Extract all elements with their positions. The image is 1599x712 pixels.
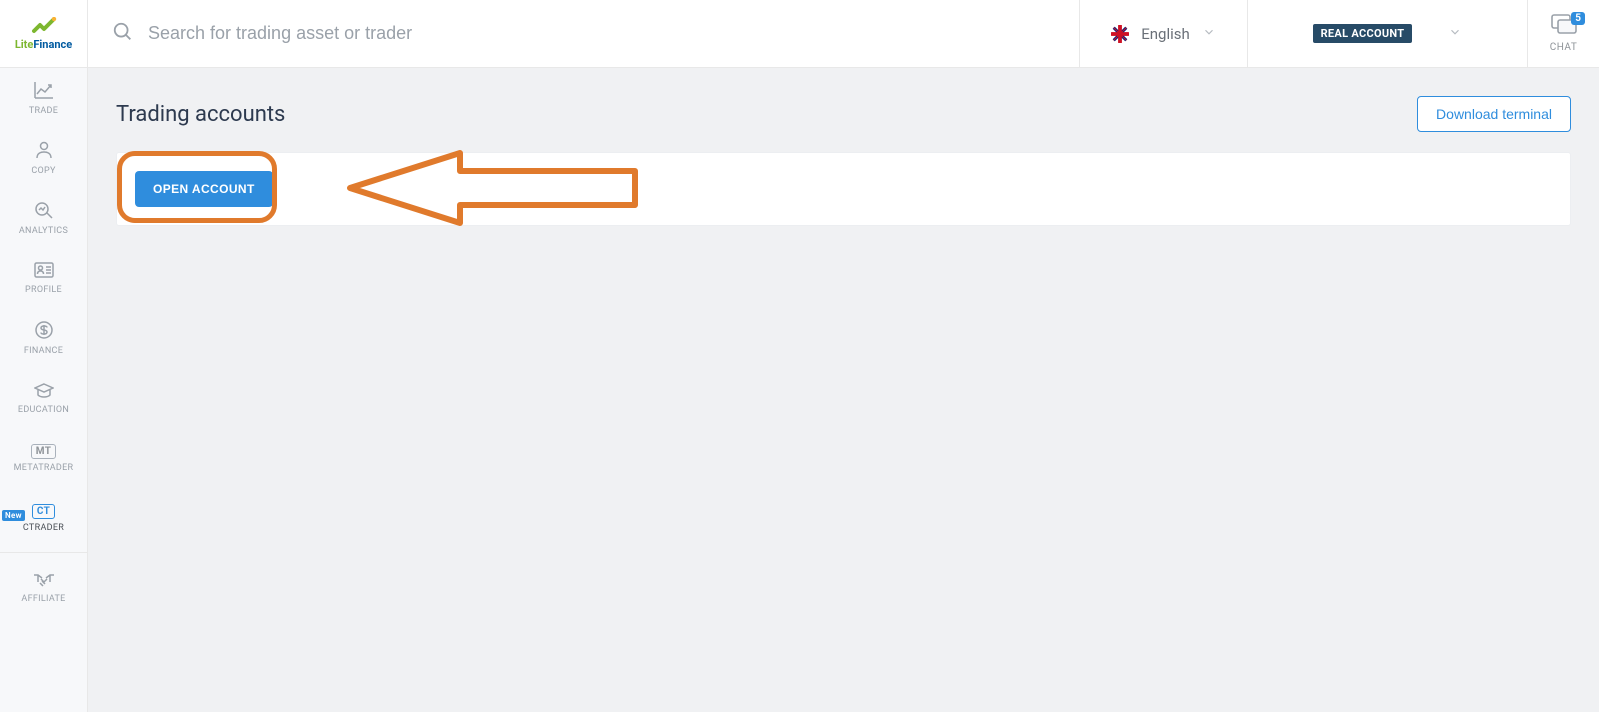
sidebar-item-label: METATRADER — [14, 463, 74, 473]
open-account-button[interactable]: OPEN ACCOUNT — [135, 171, 273, 207]
accounts-panel: OPEN ACCOUNT — [116, 152, 1571, 226]
sidebar-item-label: ANALYTICS — [19, 226, 68, 236]
search-input[interactable] — [148, 23, 1055, 44]
search-icon — [112, 21, 134, 47]
chat-button[interactable]: 5 CHAT — [1527, 0, 1599, 67]
sidebar-item-label: CTRADER — [23, 523, 64, 533]
chart-icon — [34, 81, 54, 102]
logo-text: LiteFinance — [15, 38, 72, 51]
sidebar-item-label: FINANCE — [24, 346, 63, 356]
flag-icon — [1111, 25, 1129, 43]
sidebar-item-analytics[interactable]: ANALYTICS — [0, 188, 87, 248]
annotation-arrow — [345, 143, 645, 237]
sidebar-item-trade[interactable]: TRADE — [0, 68, 87, 128]
language-selector[interactable]: English — [1079, 0, 1247, 67]
education-icon — [34, 382, 54, 401]
sidebar-item-label: EDUCATION — [18, 405, 69, 415]
sidebar-item-copy[interactable]: COPY — [0, 128, 87, 188]
sidebar-item-ctrader[interactable]: New CT CTRADER — [0, 488, 87, 548]
logo[interactable]: LiteFinance — [0, 0, 88, 67]
analytics-icon — [34, 201, 54, 222]
account-badge: REAL ACCOUNT — [1313, 24, 1413, 43]
chat-label: CHAT — [1550, 42, 1578, 53]
layout: TRADE COPY ANALYTICS PROFILE FINANCE — [0, 68, 1599, 712]
handshake-icon — [33, 571, 55, 590]
sidebar-item-label: PROFILE — [25, 285, 62, 295]
profile-icon — [34, 262, 54, 281]
sidebar-item-education[interactable]: EDUCATION — [0, 368, 87, 428]
account-selector[interactable]: REAL ACCOUNT — [1247, 0, 1527, 67]
language-label: English — [1141, 25, 1190, 43]
sidebar-item-finance[interactable]: FINANCE — [0, 308, 87, 368]
chevron-down-icon — [1448, 24, 1462, 43]
app-header: LiteFinance English REAL ACCOUNT — [0, 0, 1599, 68]
sidebar-separator — [0, 552, 87, 553]
sidebar-item-label: COPY — [31, 166, 55, 176]
main-header: Trading accounts Download terminal — [116, 96, 1571, 132]
dollar-icon — [35, 321, 53, 342]
sidebar: TRADE COPY ANALYTICS PROFILE FINANCE — [0, 68, 88, 712]
sidebar-item-label: TRADE — [29, 106, 58, 116]
search-bar — [88, 0, 1079, 67]
chevron-down-icon — [1202, 24, 1216, 43]
page-title: Trading accounts — [116, 102, 285, 127]
chat-badge: 5 — [1571, 12, 1585, 25]
sidebar-item-label: AFFILIATE — [21, 594, 65, 604]
mt-box-icon: MT — [31, 444, 56, 459]
sidebar-item-profile[interactable]: PROFILE — [0, 248, 87, 308]
main-content: Trading accounts Download terminal OPEN … — [88, 68, 1599, 712]
ct-box-icon: CT — [32, 504, 55, 519]
new-badge: New — [2, 510, 25, 521]
sidebar-item-affiliate[interactable]: AFFILIATE — [0, 557, 87, 617]
person-icon — [35, 141, 53, 162]
download-terminal-button[interactable]: Download terminal — [1417, 96, 1571, 132]
sidebar-item-metatrader[interactable]: MT METATRADER — [0, 428, 87, 488]
logo-icon — [30, 17, 58, 39]
